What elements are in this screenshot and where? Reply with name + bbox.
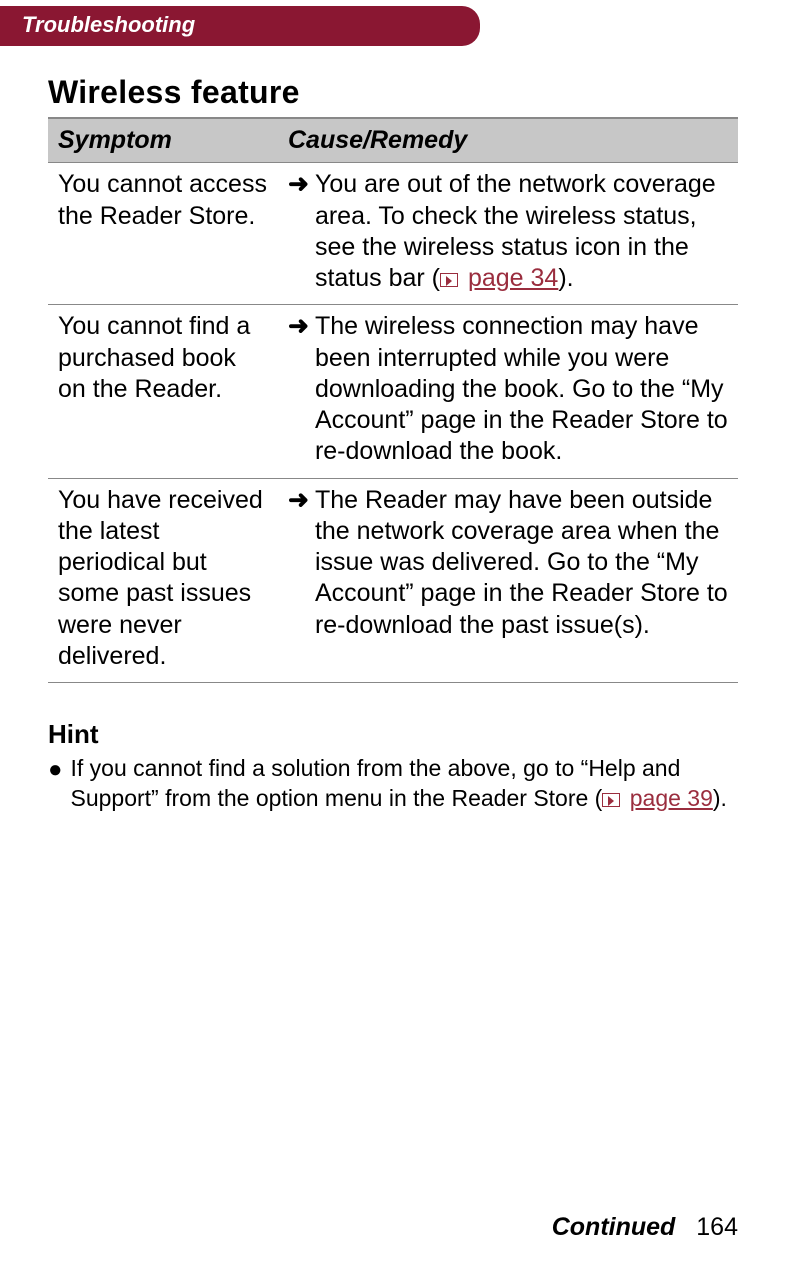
page-number: 164	[696, 1213, 738, 1241]
remedy-item: ➜ You are out of the network coverage ar…	[288, 169, 728, 294]
arrow-icon: ➜	[288, 485, 309, 641]
remedy-item: ➜ The wireless connection may have been …	[288, 311, 728, 467]
header-tab-label: Troubleshooting	[22, 12, 195, 37]
symptom-cell: You have received the latest periodical …	[48, 478, 278, 683]
page-footer: Continued 164	[552, 1213, 738, 1242]
remedy-text: The wireless connection may have been in…	[315, 311, 728, 467]
col-symptom: Symptom	[48, 118, 278, 163]
table-row: You cannot find a purchased book on the …	[48, 305, 738, 478]
hint-list: ● If you cannot find a solution from the…	[48, 754, 738, 814]
page-link[interactable]: page 39	[630, 785, 713, 811]
remedy-item: ➜ The Reader may have been outside the n…	[288, 485, 728, 641]
remedy-cell: ➜ The wireless connection may have been …	[278, 305, 738, 478]
continued-label: Continued	[552, 1213, 676, 1241]
col-remedy: Cause/Remedy	[278, 118, 738, 163]
table-row: You cannot access the Reader Store. ➜ Yo…	[48, 163, 738, 305]
hint-post: ).	[713, 785, 727, 811]
page-link-icon	[602, 793, 620, 807]
page-link[interactable]: page 34	[468, 264, 558, 292]
table-header-row: Symptom Cause/Remedy	[48, 118, 738, 163]
remedy-text: The Reader may have been outside the net…	[315, 485, 728, 641]
arrow-icon: ➜	[288, 169, 309, 294]
remedy-post: ).	[558, 264, 573, 292]
remedy-cell: ➜ The Reader may have been outside the n…	[278, 478, 738, 683]
hint-title: Hint	[48, 719, 738, 750]
arrow-icon: ➜	[288, 311, 309, 467]
table-row: You have received the latest periodical …	[48, 478, 738, 683]
header-tab: Troubleshooting	[0, 6, 480, 46]
page-link-icon	[440, 273, 458, 287]
section-title: Wireless feature	[48, 74, 738, 111]
remedy-cell: ➜ You are out of the network coverage ar…	[278, 163, 738, 305]
remedy-text: You are out of the network coverage area…	[315, 169, 728, 294]
hint-pre: If you cannot find a solution from the a…	[71, 755, 681, 811]
page: Troubleshooting Wireless feature Symptom…	[0, 0, 786, 1268]
hint-text: If you cannot find a solution from the a…	[71, 754, 739, 814]
troubleshooting-table: Symptom Cause/Remedy You cannot access t…	[48, 117, 738, 683]
bullet-icon: ●	[48, 754, 63, 814]
symptom-cell: You cannot access the Reader Store.	[48, 163, 278, 305]
content-area: Wireless feature Symptom Cause/Remedy Yo…	[0, 46, 786, 814]
hint-item: ● If you cannot find a solution from the…	[48, 754, 738, 814]
symptom-cell: You cannot find a purchased book on the …	[48, 305, 278, 478]
